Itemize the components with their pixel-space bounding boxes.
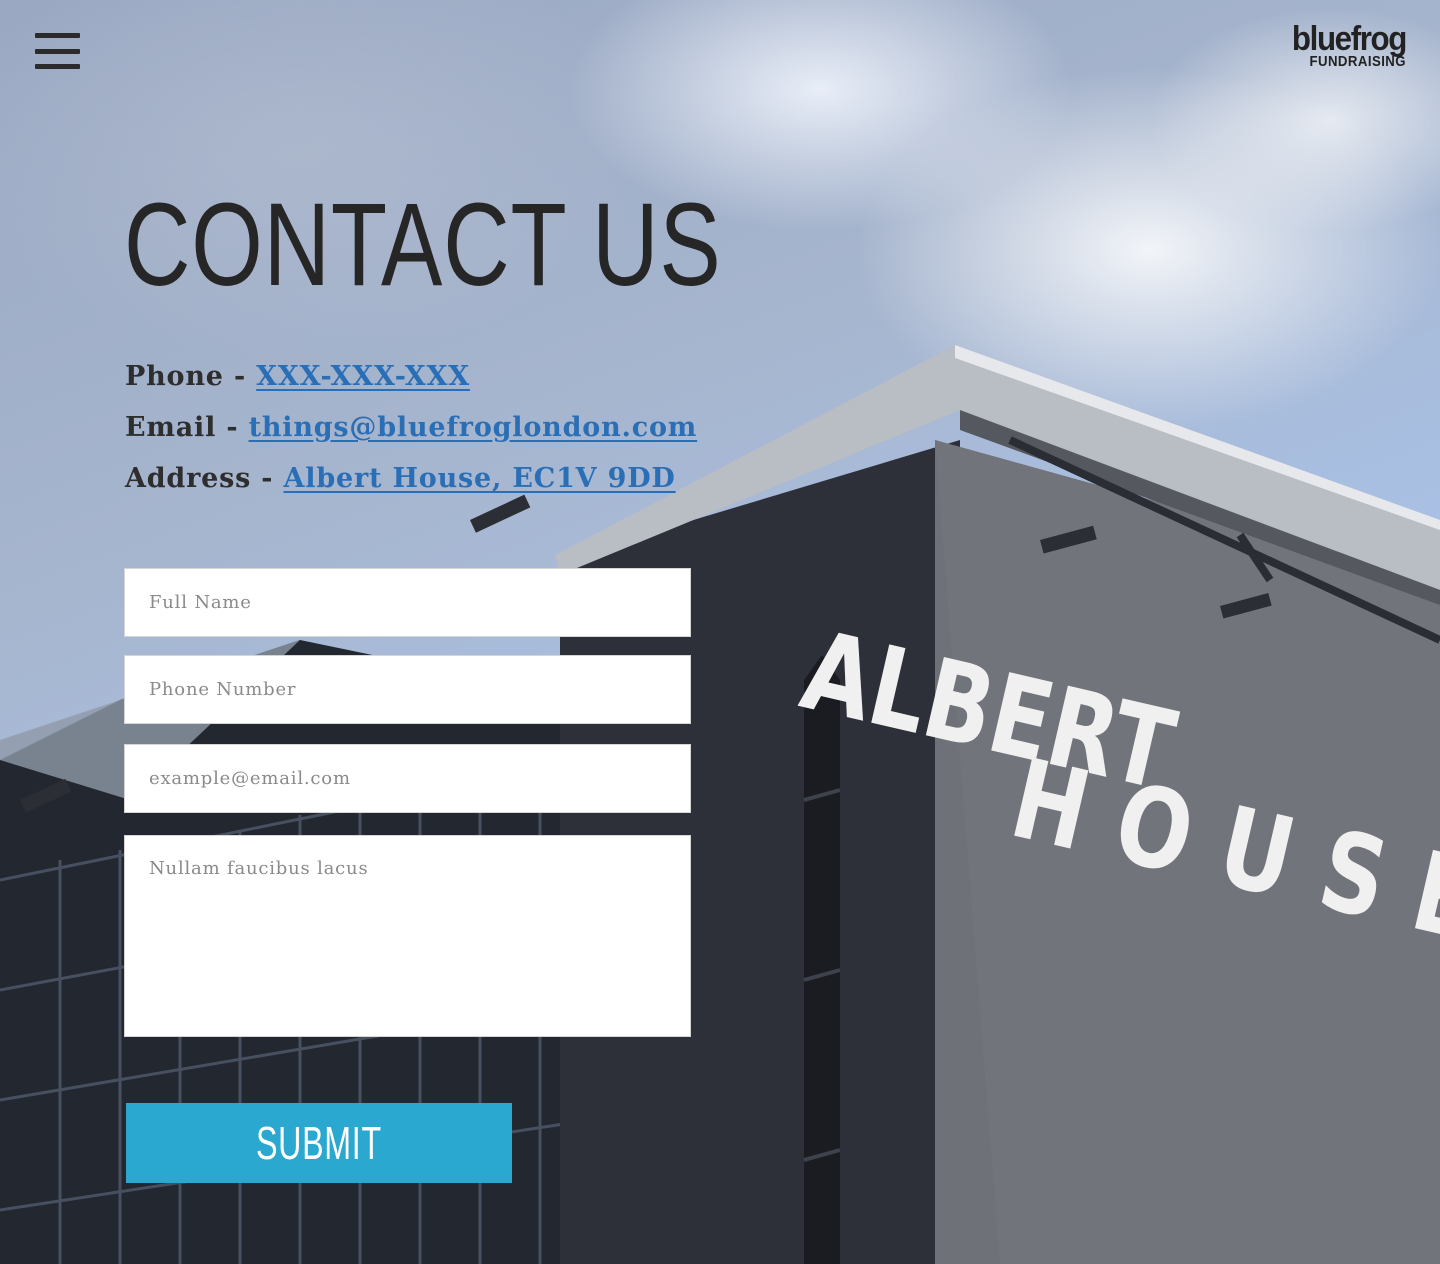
menu-bar [35,48,80,54]
hamburger-menu-icon[interactable] [35,33,80,69]
logo-subtitle: FUNDRAISING [1309,53,1406,70]
page-title: Contact Us [124,179,722,311]
message-textarea[interactable] [124,835,691,1037]
email-label: Email - [125,412,249,443]
address-label: Address - [125,463,284,494]
email-input[interactable] [124,744,691,813]
address-link[interactable]: Albert House, EC1V 9DD [284,463,676,494]
contact-email: Email - things@bluefroglondon.com [125,412,697,443]
submit-button[interactable]: SUBMIT [126,1103,512,1183]
contact-phone: Phone - XXX-XXX-XXX [125,361,470,392]
email-link[interactable]: things@bluefroglondon.com [249,412,698,443]
phone-number-input[interactable] [124,655,691,724]
phone-link[interactable]: XXX-XXX-XXX [256,361,470,392]
bluefrog-logo[interactable]: bluefrog FUNDRAISING [1282,20,1407,70]
submit-label: SUBMIT [256,1117,382,1169]
logo-wordmark: bluefrog [1291,20,1407,58]
menu-bar [35,64,80,69]
menu-bar [35,33,80,38]
full-name-input[interactable] [124,568,691,637]
phone-label: Phone - [125,361,257,392]
contact-address: Address - Albert House, EC1V 9DD [125,463,676,494]
